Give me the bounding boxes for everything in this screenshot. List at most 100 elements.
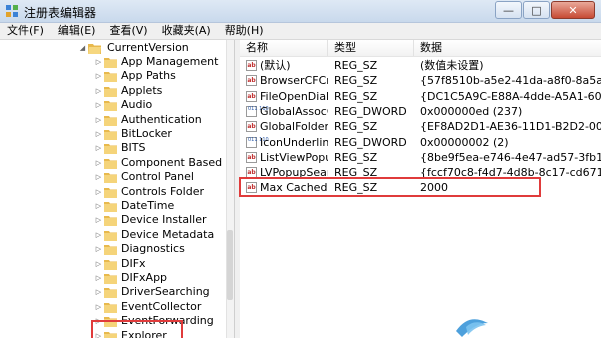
tree-item-label: Audio	[121, 98, 153, 112]
collapse-arrow-icon[interactable]: ◢	[78, 41, 87, 55]
menu-view[interactable]: 查看(V)	[102, 23, 154, 39]
header-divider	[240, 56, 601, 57]
menu-file[interactable]: 文件(F)	[0, 23, 51, 39]
window-controls: — □ ✕	[494, 1, 595, 20]
expand-arrow-icon[interactable]: ▷	[94, 113, 103, 127]
tree-item[interactable]: ▷ Applets	[92, 84, 226, 98]
value-row[interactable]: 011 110GlobalAssocCh... REG_DWORD 0x000000…	[240, 104, 601, 119]
folder-icon	[104, 259, 117, 270]
value-row[interactable]: abBrowserCFCre... REG_SZ {57f8510b-a5e2-41…	[240, 73, 601, 88]
folder-icon	[104, 158, 117, 169]
value-row[interactable]: ab (默认) REG_SZ (数值未设置)	[240, 58, 601, 73]
tree-item[interactable]: ▷ App Paths	[92, 69, 226, 83]
expand-arrow-icon[interactable]: ▷	[94, 257, 103, 271]
tree-item[interactable]: ▷ Device Metadata	[92, 228, 226, 242]
expand-arrow-icon[interactable]: ▷	[94, 170, 103, 184]
expand-arrow-icon[interactable]: ▷	[94, 69, 103, 83]
expand-arrow-icon[interactable]: ▷	[94, 98, 103, 112]
tree-item-currentversion[interactable]: ◢ CurrentVersion	[78, 41, 226, 55]
expand-arrow-icon[interactable]: ▷	[94, 300, 103, 314]
highlight-explorer	[91, 320, 183, 338]
value-row[interactable]: 011 110IconUnderline REG_DWORD 0x00000002 …	[240, 135, 601, 150]
string-value-icon: ab	[246, 151, 257, 163]
expand-arrow-icon[interactable]: ▷	[94, 242, 103, 256]
menu-help[interactable]: 帮助(H)	[218, 23, 271, 39]
value-name: GlobalAssocCh...	[260, 104, 328, 118]
expand-arrow-icon[interactable]: ▷	[94, 199, 103, 213]
expand-arrow-icon[interactable]: ▷	[94, 84, 103, 98]
expand-arrow-icon[interactable]: ▷	[94, 185, 103, 199]
tree-item-label: Diagnostics	[121, 242, 185, 256]
folder-icon	[104, 101, 117, 112]
tree-scrollbar-thumb[interactable]	[227, 230, 233, 300]
value-data: {EF8AD2D1-AE36-11D1-B2D2-006097DF8C11}	[420, 120, 601, 134]
tree-item[interactable]: ▷ BITS	[92, 141, 226, 155]
folder-icon	[104, 144, 117, 155]
expand-arrow-icon[interactable]: ▷	[94, 55, 103, 69]
menu-edit[interactable]: 编辑(E)	[51, 23, 103, 39]
expand-arrow-icon[interactable]: ▷	[94, 156, 103, 170]
watermark-bird-icon	[456, 319, 488, 337]
menu-favorites[interactable]: 收藏夹(A)	[155, 23, 218, 39]
minimize-button[interactable]: —	[495, 1, 522, 19]
string-value-icon: ab	[246, 90, 257, 102]
value-row[interactable]: abListViewPopup... REG_SZ {8be9f5ea-e746-4…	[240, 150, 601, 165]
tree-item-label: BITS	[121, 141, 146, 155]
tree-item[interactable]: ▷ DIFx	[92, 257, 226, 271]
folder-icon	[104, 216, 117, 227]
value-data: 0x00000002 (2)	[420, 135, 509, 149]
string-value-icon: ab	[246, 121, 257, 133]
value-row[interactable]: abFileOpenDialog REG_SZ {DC1C5A9C-E88A-4dd…	[240, 89, 601, 104]
expand-arrow-icon[interactable]: ▷	[94, 271, 103, 285]
tree-item-label: Authentication	[121, 112, 202, 126]
tree-item-label: Device Metadata	[121, 227, 215, 241]
value-name: GlobalFolderS...	[260, 120, 328, 134]
tree-item[interactable]: ▷ Diagnostics	[92, 242, 226, 256]
tree-item-label: App Management	[121, 55, 219, 68]
close-button[interactable]: ✕	[551, 1, 595, 19]
folder-open-icon	[88, 44, 101, 54]
expand-arrow-icon[interactable]: ▷	[94, 228, 103, 242]
tree-item[interactable]: ▷ Component Based Servic	[92, 156, 234, 170]
column-header-type[interactable]: 类型	[328, 40, 414, 56]
value-type: REG_DWORD	[334, 135, 407, 149]
expand-arrow-icon[interactable]: ▷	[94, 285, 103, 299]
folder-icon	[104, 72, 117, 83]
value-type: REG_SZ	[334, 150, 378, 164]
registry-tree[interactable]: ◢ CurrentVersion ▷ App Management ▷ App Pat…	[0, 40, 235, 338]
expand-arrow-icon[interactable]: ▷	[94, 213, 103, 227]
maximize-button[interactable]: □	[523, 1, 550, 19]
tree-item-label: Controls Folder	[121, 184, 204, 198]
folder-icon	[104, 230, 117, 241]
folder-icon	[104, 288, 117, 299]
folder-icon	[104, 130, 117, 140]
tree-item[interactable]: ▷ EventCollector	[92, 300, 226, 314]
tree-item-label: Component Based Servic	[121, 155, 234, 169]
value-row[interactable]: abGlobalFolderS... REG_SZ {EF8AD2D1-AE36-1…	[240, 119, 601, 134]
value-type: REG_DWORD	[334, 104, 407, 118]
value-data: {57f8510b-a5e2-41da-a8f0-8a5ae85dfffd}	[420, 74, 601, 88]
tree-item[interactable]: ▷ Control Panel	[92, 170, 226, 184]
column-header-name[interactable]: 名称	[240, 40, 328, 56]
tree-item-label: Applets	[121, 83, 163, 97]
title-bar[interactable]: 注册表编辑器 — □ ✕	[0, 0, 601, 23]
tree-item[interactable]: ▷ Device Installer	[92, 213, 226, 227]
column-header-data[interactable]: 数据	[414, 40, 601, 56]
tree-item[interactable]: ▷ Authentication	[92, 113, 226, 127]
folder-icon	[104, 58, 117, 68]
folder-icon	[104, 187, 117, 198]
tree-item[interactable]: ▷ App Management	[92, 55, 226, 69]
value-name: (默认)	[260, 59, 291, 72]
tree-item[interactable]: ▷ BitLocker	[92, 127, 226, 141]
tree-item-label: Control Panel	[121, 170, 194, 184]
value-name: BrowserCFCre...	[260, 74, 328, 88]
value-data: (数值未设置)	[420, 59, 484, 72]
expand-arrow-icon[interactable]: ▷	[94, 141, 103, 155]
tree-item[interactable]: ▷ DateTime	[92, 199, 226, 213]
expand-arrow-icon[interactable]: ▷	[94, 127, 103, 141]
tree-item[interactable]: ▷ Audio	[92, 98, 226, 112]
registry-editor-icon	[6, 5, 18, 17]
tree-item[interactable]: ▷ DIFxApp	[92, 271, 226, 285]
tree-item[interactable]: ▷ Controls Folder	[92, 185, 226, 199]
tree-item[interactable]: ▷ DriverSearching	[92, 285, 226, 299]
